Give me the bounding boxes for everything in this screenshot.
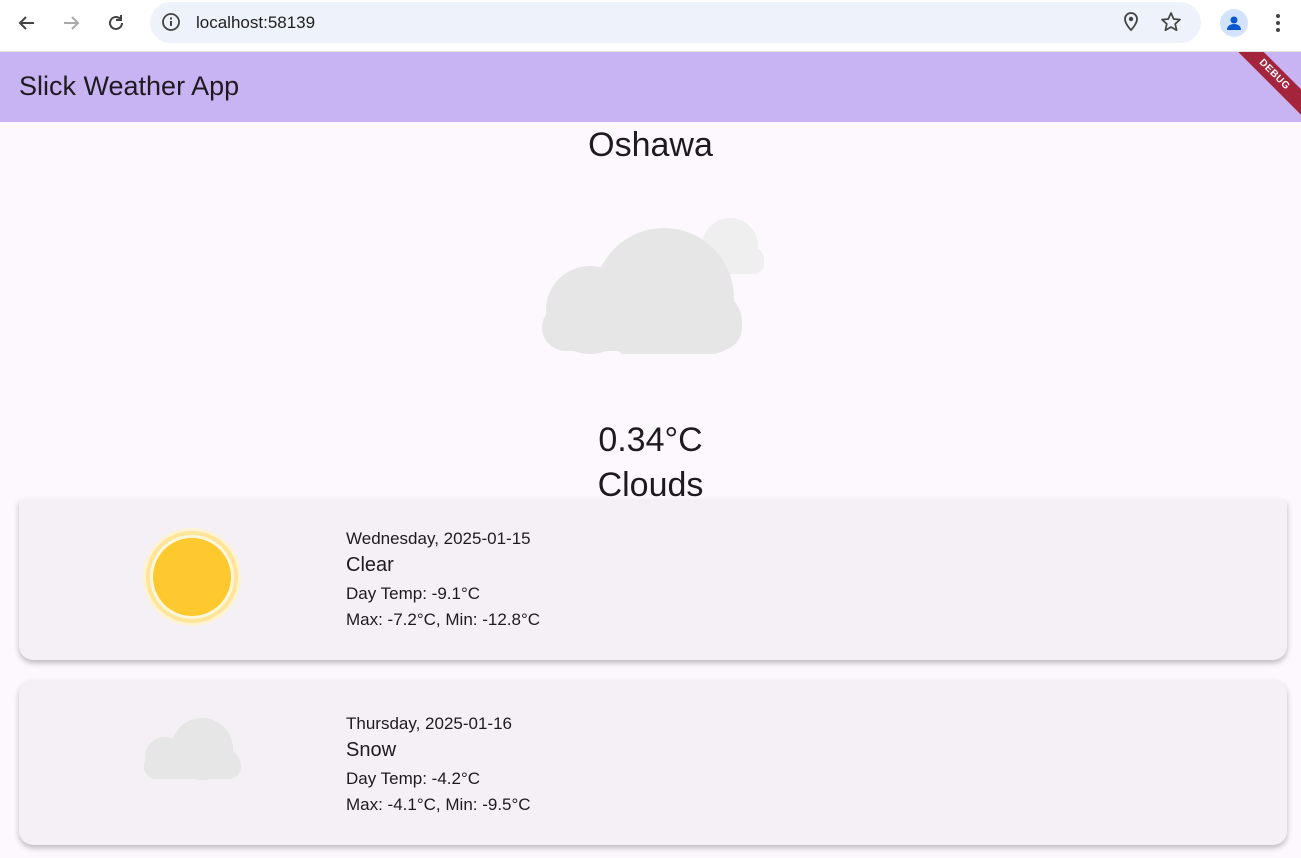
forward-button[interactable] xyxy=(54,6,88,40)
more-menu-icon xyxy=(1276,14,1280,32)
sun-icon xyxy=(143,528,241,626)
back-button[interactable] xyxy=(10,6,44,40)
more-menu-button[interactable] xyxy=(1266,9,1290,37)
current-temperature: 0.34°C xyxy=(598,421,703,459)
reload-button[interactable] xyxy=(99,6,133,40)
cloud-icon xyxy=(144,718,241,780)
forecast-day-temp: Day Temp: -9.1°C xyxy=(346,584,481,603)
forecast-min-max: Max: -7.2°C, Min: -12.8°C xyxy=(346,610,541,629)
address-bar[interactable]: localhost:58139 xyxy=(150,2,1201,43)
forecast-min-max: Max: -4.1°C, Min: -9.5°C xyxy=(346,795,531,814)
reload-icon xyxy=(109,15,123,30)
back-icon xyxy=(18,16,34,30)
city-name: Oshawa xyxy=(588,126,713,164)
forecast-date: Wednesday, 2025-01-15 xyxy=(346,529,531,548)
profile-button[interactable] xyxy=(1220,9,1248,37)
location-icon[interactable] xyxy=(1119,10,1143,34)
app-title: Slick Weather App xyxy=(19,71,240,101)
forecast-card[interactable]: Wednesday, 2025-01-15 Clear Day Temp: -9… xyxy=(19,500,1287,660)
url-text[interactable]: localhost:58139 xyxy=(196,13,315,33)
forward-icon xyxy=(64,16,80,30)
browser-toolbar: localhost:58139 xyxy=(0,0,1301,52)
forecast-date: Thursday, 2025-01-16 xyxy=(346,714,513,733)
app-bar: Slick Weather App DEBUG xyxy=(0,52,1301,122)
clouds-icon xyxy=(542,218,764,354)
debug-banner: DEBUG xyxy=(1228,52,1301,121)
site-info-icon[interactable] xyxy=(159,10,183,34)
forecast-description: Clear xyxy=(346,554,394,576)
bookmark-star-icon[interactable] xyxy=(1159,10,1183,34)
forecast-description: Snow xyxy=(346,739,397,761)
forecast-day-temp: Day Temp: -4.2°C xyxy=(346,769,481,788)
forecast-card[interactable]: Thursday, 2025-01-16 Snow Day Temp: -4.2… xyxy=(19,680,1287,845)
profile-icon xyxy=(1227,16,1241,30)
